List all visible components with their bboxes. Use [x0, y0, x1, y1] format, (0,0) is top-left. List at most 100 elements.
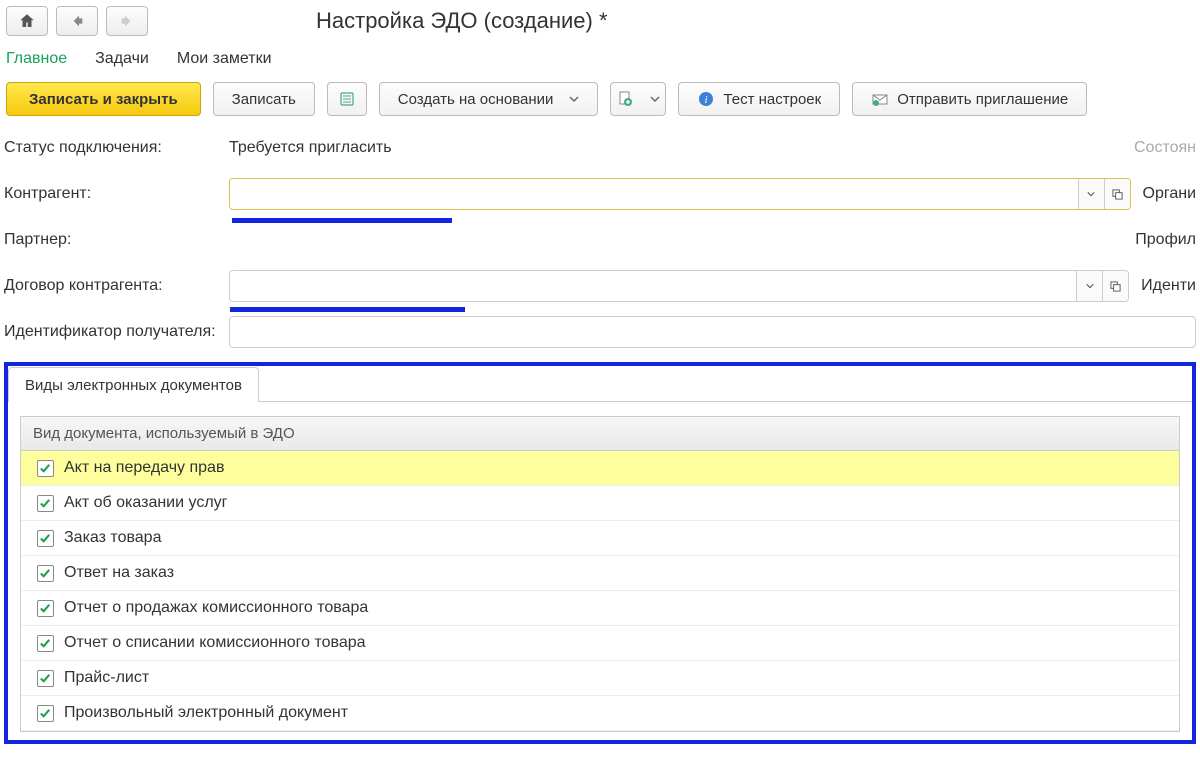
doc-table-body: Акт на передачу прав Акт об оказании услу…	[21, 451, 1179, 731]
doc-table: Вид документа, используемый в ЭДО Акт на…	[20, 416, 1180, 732]
table-row[interactable]: Произвольный электронный документ	[21, 696, 1179, 731]
save-close-button[interactable]: Записать и закрыть	[6, 82, 201, 116]
tab-main[interactable]: Главное	[6, 50, 67, 68]
chevron-down-icon	[1087, 190, 1095, 198]
back-button[interactable]	[56, 6, 98, 36]
chevron-down-icon	[569, 91, 579, 108]
table-row[interactable]: Отчет о списании комиссионного товара	[21, 626, 1179, 661]
toolbar: Записать и закрыть Записать Создать на о…	[0, 82, 1200, 132]
table-row[interactable]: Акт на передачу прав	[21, 451, 1179, 486]
check-icon	[39, 707, 52, 720]
section-tabs: Главное Задачи Мои заметки	[0, 46, 1200, 82]
row-label: Произвольный электронный документ	[64, 704, 348, 722]
info-icon: i	[697, 90, 715, 108]
status-value: Требуется пригласить	[229, 139, 392, 157]
svg-text:i: i	[705, 94, 708, 106]
row-status: Статус подключения: Требуется пригласить…	[4, 132, 1196, 164]
checkbox[interactable]	[37, 600, 54, 617]
list-button[interactable]	[327, 82, 367, 116]
checkbox[interactable]	[37, 635, 54, 652]
check-icon	[39, 567, 52, 580]
open-icon	[1110, 281, 1121, 292]
doc-types-region: Виды электронных документов Вид документ…	[4, 362, 1196, 744]
create-based-on-label: Создать на основании	[398, 91, 554, 108]
doc-dropdown-button[interactable]	[610, 82, 666, 116]
create-based-on-button[interactable]: Создать на основании	[379, 82, 599, 116]
recipient-id-input[interactable]	[230, 317, 1195, 347]
check-icon	[39, 602, 52, 615]
contract-right-label: Иденти	[1141, 277, 1196, 295]
save-button[interactable]: Записать	[213, 82, 315, 116]
arrow-left-icon	[69, 13, 85, 29]
check-icon	[39, 532, 52, 545]
status-right-label: Состоян	[1134, 139, 1196, 157]
checkbox[interactable]	[37, 495, 54, 512]
test-settings-button[interactable]: i Тест настроек	[678, 82, 840, 116]
open-icon	[1112, 189, 1123, 200]
check-icon	[39, 462, 52, 475]
dropdown-button[interactable]	[1076, 271, 1102, 301]
checkbox[interactable]	[37, 530, 54, 547]
table-row[interactable]: Заказ товара	[21, 521, 1179, 556]
chevron-down-icon	[1086, 282, 1094, 290]
check-icon	[39, 497, 52, 510]
row-counterparty: Контрагент: Органи	[4, 178, 1196, 210]
dropdown-button[interactable]	[1078, 179, 1104, 209]
mail-icon	[871, 90, 889, 108]
send-invite-button[interactable]: Отправить приглашение	[852, 82, 1087, 116]
counterparty-input-wrap	[229, 178, 1131, 210]
counterparty-label: Контрагент:	[4, 185, 229, 203]
tab-notes[interactable]: Мои заметки	[177, 50, 272, 68]
open-button[interactable]	[1102, 271, 1128, 301]
table-row[interactable]: Отчет о продажах комиссионного товара	[21, 591, 1179, 626]
checkbox[interactable]	[37, 705, 54, 722]
contract-input-wrap	[229, 270, 1129, 302]
redaction-bar	[230, 307, 465, 312]
contract-input[interactable]	[230, 271, 1076, 301]
tab-doc-types-label: Виды электронных документов	[25, 377, 242, 394]
counterparty-right-label: Органи	[1143, 185, 1197, 203]
header-row: Настройка ЭДО (создание) *	[0, 0, 1200, 46]
checkbox[interactable]	[37, 670, 54, 687]
row-label: Отчет о продажах комиссионного товара	[64, 599, 368, 617]
test-settings-label: Тест настроек	[723, 91, 821, 108]
contract-label: Договор контрагента:	[4, 277, 229, 295]
row-label: Отчет о списании комиссионного товара	[64, 634, 366, 652]
list-icon	[338, 90, 356, 108]
counterparty-input[interactable]	[230, 179, 1078, 209]
home-icon	[18, 12, 36, 30]
tab-doc-types[interactable]: Виды электронных документов	[8, 367, 259, 402]
arrow-right-icon	[119, 13, 135, 29]
tab-tasks[interactable]: Задачи	[95, 50, 149, 68]
check-icon	[39, 637, 52, 650]
home-button[interactable]	[6, 6, 48, 36]
table-row[interactable]: Акт об оказании услуг	[21, 486, 1179, 521]
recipient-id-label: Идентификатор получателя:	[4, 323, 229, 341]
send-invite-label: Отправить приглашение	[897, 91, 1068, 108]
checkbox[interactable]	[37, 460, 54, 477]
save-close-label: Записать и закрыть	[29, 91, 178, 108]
row-recipient-id: Идентификатор получателя:	[4, 316, 1196, 348]
status-label: Статус подключения:	[4, 139, 229, 157]
doc-icon	[616, 90, 634, 108]
chevron-down-icon	[650, 91, 660, 108]
table-row[interactable]: Ответ на заказ	[21, 556, 1179, 591]
partner-right-label: Профил	[1135, 231, 1196, 249]
doc-column-header: Вид документа, используемый в ЭДО	[21, 417, 1179, 451]
row-label: Заказ товара	[64, 529, 161, 547]
row-label: Ответ на заказ	[64, 564, 174, 582]
forward-button[interactable]	[106, 6, 148, 36]
check-icon	[39, 672, 52, 685]
row-label: Прайс-лист	[64, 669, 149, 687]
partner-label: Партнер:	[4, 231, 229, 249]
page-title: Настройка ЭДО (создание) *	[316, 8, 608, 34]
row-label: Акт об оказании услуг	[64, 494, 227, 512]
row-label: Акт на передачу прав	[64, 459, 224, 477]
row-contract: Договор контрагента: Иденти	[4, 270, 1196, 302]
table-row[interactable]: Прайс-лист	[21, 661, 1179, 696]
checkbox[interactable]	[37, 565, 54, 582]
row-partner: Партнер: Профил	[4, 224, 1196, 256]
form-area: Статус подключения: Требуется пригласить…	[0, 132, 1200, 348]
recipient-id-input-wrap	[229, 316, 1196, 348]
open-button[interactable]	[1104, 179, 1130, 209]
